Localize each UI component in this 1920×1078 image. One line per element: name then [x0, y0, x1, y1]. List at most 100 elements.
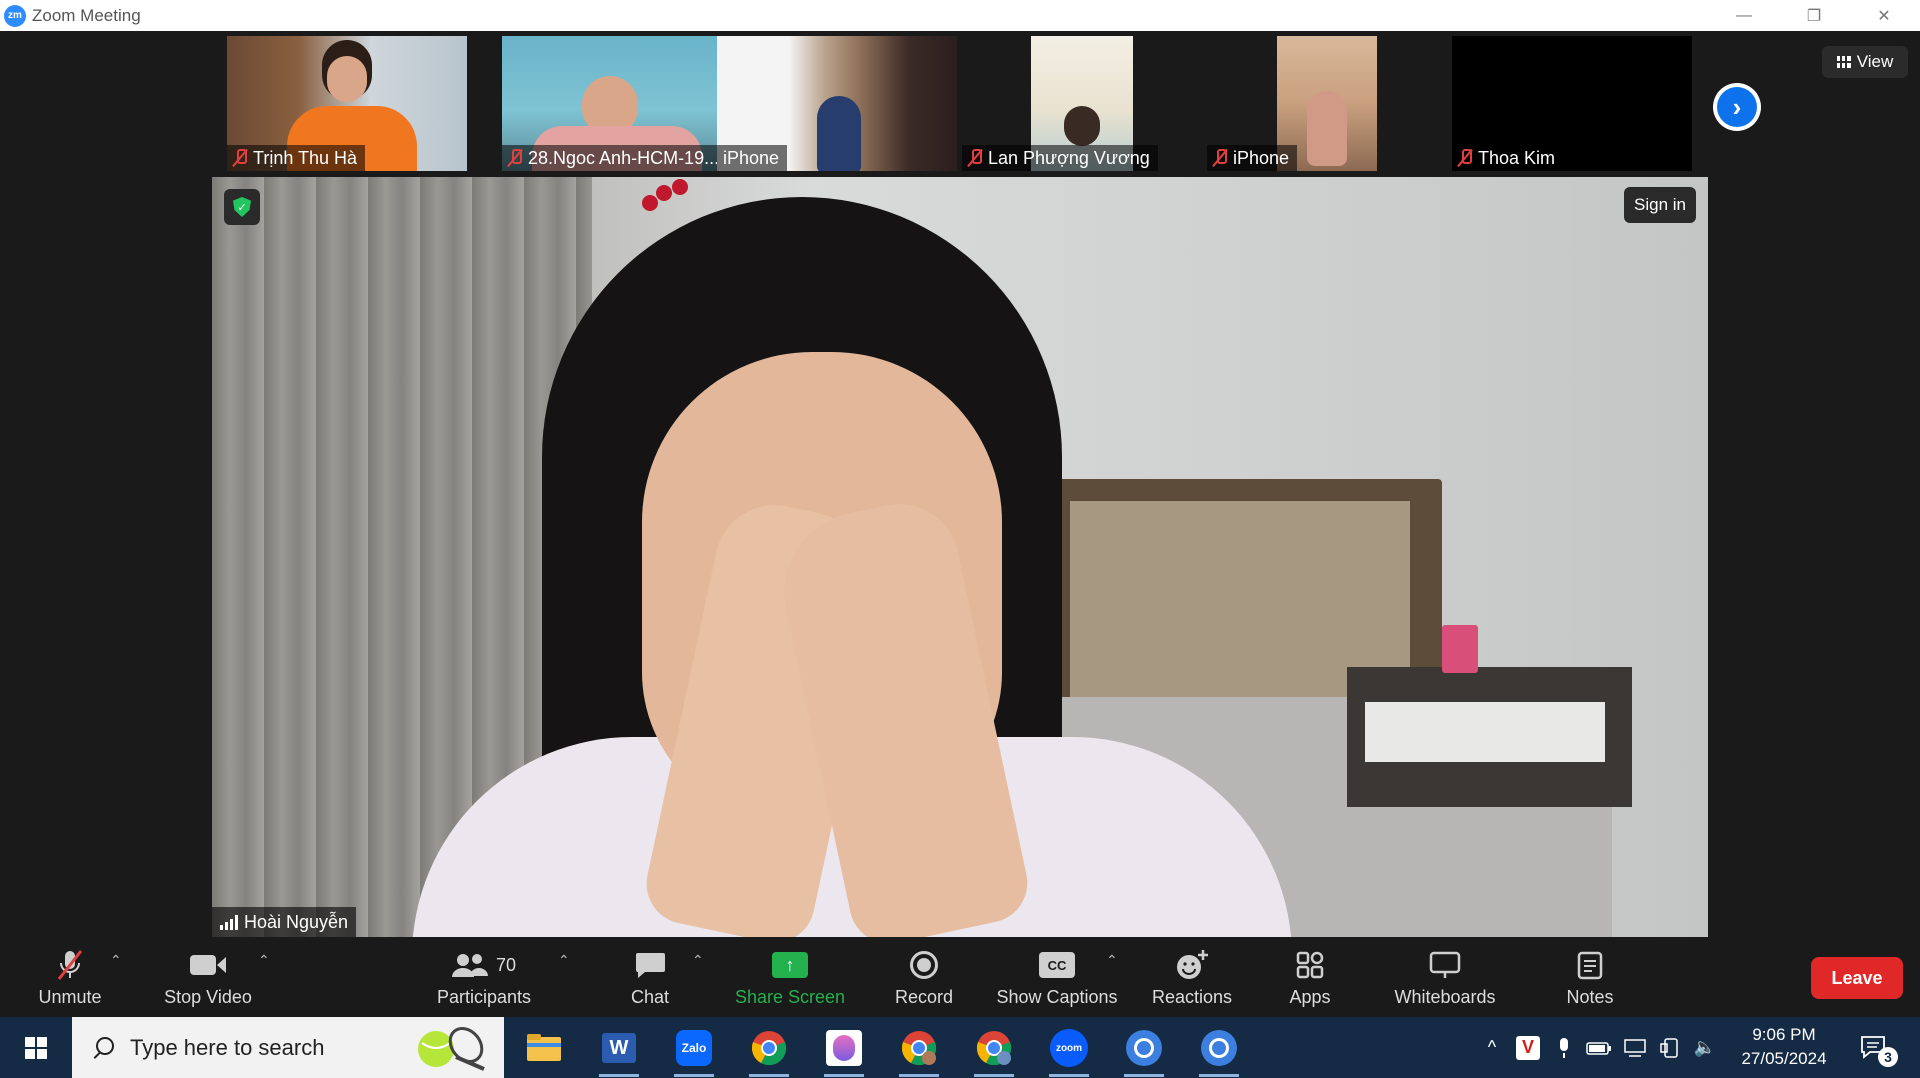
- smiley-plus-icon: [1175, 949, 1209, 981]
- pink-cup: [1442, 625, 1478, 673]
- participant-name-tag: Thoa Kim: [1452, 145, 1564, 171]
- participant-name-tag: iPhone: [717, 145, 788, 171]
- microphone-tray-icon[interactable]: [1550, 1017, 1578, 1078]
- clock-date: 27/05/2024: [1741, 1049, 1827, 1068]
- show-hidden-icons-button[interactable]: ^: [1478, 1017, 1506, 1078]
- grid-icon: [1836, 56, 1851, 68]
- participant-image: [817, 96, 861, 171]
- participant-face: [1064, 106, 1100, 146]
- participant-thumbnail[interactable]: Trịnh Thu Hà: [227, 36, 467, 171]
- security-shield-icon[interactable]: ✓: [224, 189, 260, 225]
- battery-icon[interactable]: [1584, 1017, 1614, 1078]
- participant-name: Trịnh Thu Hà: [253, 147, 358, 168]
- view-button[interactable]: View: [1822, 46, 1908, 78]
- word-icon[interactable]: W: [597, 1026, 641, 1077]
- participant-face: [327, 56, 367, 102]
- speaker-name: Hoài Nguyễn: [244, 911, 349, 932]
- nightstand: [1347, 667, 1632, 807]
- mic-muted-icon: [1213, 148, 1227, 168]
- taskbar-clock[interactable]: 9:06 PM 27/05/2024: [1725, 1023, 1843, 1071]
- zoom-icon[interactable]: zoom: [1047, 1026, 1091, 1077]
- reactions-button[interactable]: Reactions: [1142, 940, 1242, 1017]
- record-button[interactable]: Record: [880, 940, 968, 1017]
- captions-icon: CC: [1039, 952, 1075, 978]
- participants-icon: 70: [451, 949, 517, 981]
- action-center-button[interactable]: 3: [1852, 1017, 1898, 1078]
- file-explorer-icon[interactable]: [522, 1026, 566, 1070]
- tennis-racket-icon: [414, 1023, 490, 1071]
- participant-name-tag: iPhone: [1207, 145, 1298, 171]
- minimize-button[interactable]: —: [1716, 0, 1772, 31]
- window-title: Zoom Meeting: [32, 5, 141, 25]
- taskbar-search-box[interactable]: Type here to search: [72, 1017, 504, 1078]
- network-icon[interactable]: [1620, 1017, 1650, 1078]
- sign-in-button[interactable]: Sign in: [1624, 187, 1696, 223]
- participants-label: Participants: [436, 987, 532, 1007]
- device-icon[interactable]: [1656, 1017, 1686, 1078]
- notes-icon: [1577, 949, 1603, 981]
- speaker-name-tag: Hoài Nguyễn: [212, 907, 357, 937]
- video-options-caret[interactable]: ⌃: [258, 952, 270, 969]
- shield-check: ✓: [233, 197, 251, 217]
- participants-count: 70: [495, 954, 517, 975]
- volume-icon[interactable]: 🔈: [1690, 1017, 1720, 1078]
- hair-clip: [642, 177, 712, 213]
- participants-button[interactable]: 70 Participants: [424, 940, 544, 1017]
- windows-logo-icon: [25, 1036, 47, 1059]
- share-screen-button[interactable]: ↑ Share Screen: [730, 940, 850, 1017]
- start-button[interactable]: [0, 1017, 72, 1078]
- leave-button[interactable]: Leave: [1811, 957, 1903, 999]
- participant-name-tag: Trịnh Thu Hà: [227, 145, 366, 171]
- apps-button[interactable]: Apps: [1270, 940, 1350, 1017]
- stop-video-button[interactable]: Stop Video: [150, 940, 266, 1017]
- participant-name-tag: Lan Phượng Vương: [962, 145, 1158, 171]
- signal-strength-icon: [220, 914, 238, 930]
- reactions-label: Reactions: [1151, 987, 1233, 1007]
- search-placeholder: Type here to search: [130, 1034, 325, 1060]
- whiteboards-button[interactable]: Whiteboards: [1380, 940, 1510, 1017]
- participant-thumbnail[interactable]: 28.Ngoc Anh-HCM-19...: [502, 36, 742, 171]
- chat-options-caret[interactable]: ⌃: [692, 952, 704, 969]
- record-label: Record: [894, 987, 954, 1007]
- next-page-button[interactable]: ›: [1713, 83, 1761, 131]
- chrome-profile-icon[interactable]: [897, 1026, 941, 1077]
- show-captions-label: Show Captions: [996, 987, 1118, 1007]
- chrome-icon[interactable]: [1122, 1026, 1166, 1077]
- mic-muted-icon: [1458, 148, 1472, 168]
- active-speaker-video[interactable]: ✓ Sign in Hoài Nguyễn: [212, 177, 1708, 937]
- chat-button[interactable]: Chat: [610, 940, 690, 1017]
- unmute-button[interactable]: Unmute: [20, 940, 120, 1017]
- share-screen-label: Share Screen: [734, 987, 846, 1007]
- title-bar: zm Zoom Meeting — ❐ ✕: [0, 0, 1920, 31]
- chrome-icon[interactable]: [747, 1026, 791, 1077]
- unmute-label: Unmute: [38, 987, 102, 1007]
- participant-name: 28.Ngoc Anh-HCM-19...: [528, 147, 720, 168]
- participant-thumbnail[interactable]: Thoa Kim: [1452, 36, 1692, 171]
- app-icon[interactable]: [822, 1026, 866, 1077]
- captions-options-caret[interactable]: ⌃: [1106, 952, 1118, 969]
- meeting-toolbar: Unmute ⌃ Stop Video ⌃ 70 Participants ⌃ …: [0, 940, 1920, 1017]
- audio-options-caret[interactable]: ⌃: [110, 952, 122, 969]
- close-button[interactable]: ✕: [1856, 0, 1912, 31]
- participant-name: iPhone: [723, 147, 780, 168]
- participant-thumbnail[interactable]: iPhone: [717, 36, 957, 171]
- participant-thumbnail[interactable]: Lan Phượng Vương: [962, 36, 1202, 171]
- participant-name: iPhone: [1233, 147, 1290, 168]
- mic-muted-icon: [508, 148, 522, 168]
- v-app-tray-icon[interactable]: V: [1512, 1017, 1544, 1078]
- notes-label: Notes: [1566, 987, 1614, 1007]
- search-icon: [92, 1036, 114, 1059]
- notes-button[interactable]: Notes: [1550, 940, 1630, 1017]
- mic-muted-icon: [968, 148, 982, 168]
- chrome-icon[interactable]: [1197, 1026, 1241, 1077]
- participant-name: Lan Phượng Vương: [988, 147, 1150, 168]
- show-captions-button[interactable]: CC Show Captions: [992, 940, 1122, 1017]
- chrome-profile-icon[interactable]: [972, 1026, 1016, 1077]
- zalo-icon[interactable]: Zalo: [672, 1026, 716, 1077]
- restore-button[interactable]: ❐: [1786, 0, 1842, 31]
- participants-options-caret[interactable]: ⌃: [558, 952, 570, 969]
- record-icon: [910, 951, 938, 979]
- participant-thumbnail[interactable]: iPhone: [1207, 36, 1447, 171]
- chat-bubble-icon: [634, 949, 666, 981]
- apps-icon: [1296, 949, 1324, 981]
